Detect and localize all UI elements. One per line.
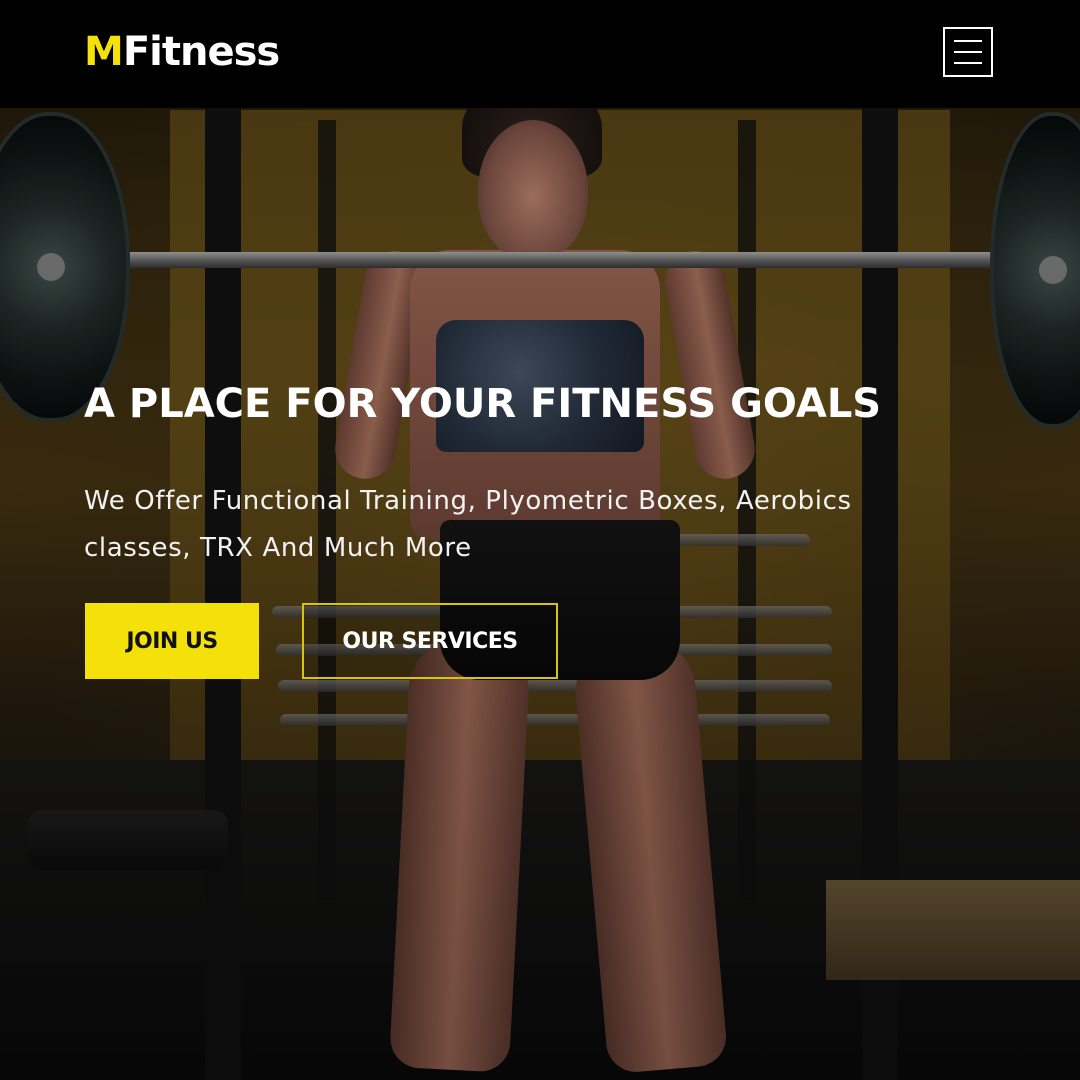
hero-subtitle: We Offer Functional Training, Plyometric…	[84, 478, 1014, 572]
logo-initial: M	[84, 29, 124, 75]
menu-line	[954, 40, 982, 42]
our-services-button[interactable]: OUR SERVICES	[302, 603, 558, 679]
join-us-button[interactable]: JOIN US	[85, 603, 259, 679]
navbar: MFitness	[0, 0, 1080, 108]
hero-subtitle-line: classes, TRX And Much More	[84, 533, 472, 563]
logo-text: Fitness	[122, 29, 280, 75]
hero-title: A PLACE FOR YOUR FITNESS GOALS	[84, 381, 882, 427]
menu-line	[954, 62, 982, 64]
brand-logo[interactable]: MFitness	[84, 26, 280, 78]
menu-line	[954, 51, 982, 53]
hero-subtitle-line: We Offer Functional Training, Plyometric…	[84, 486, 852, 516]
hamburger-menu-icon[interactable]	[943, 27, 993, 77]
